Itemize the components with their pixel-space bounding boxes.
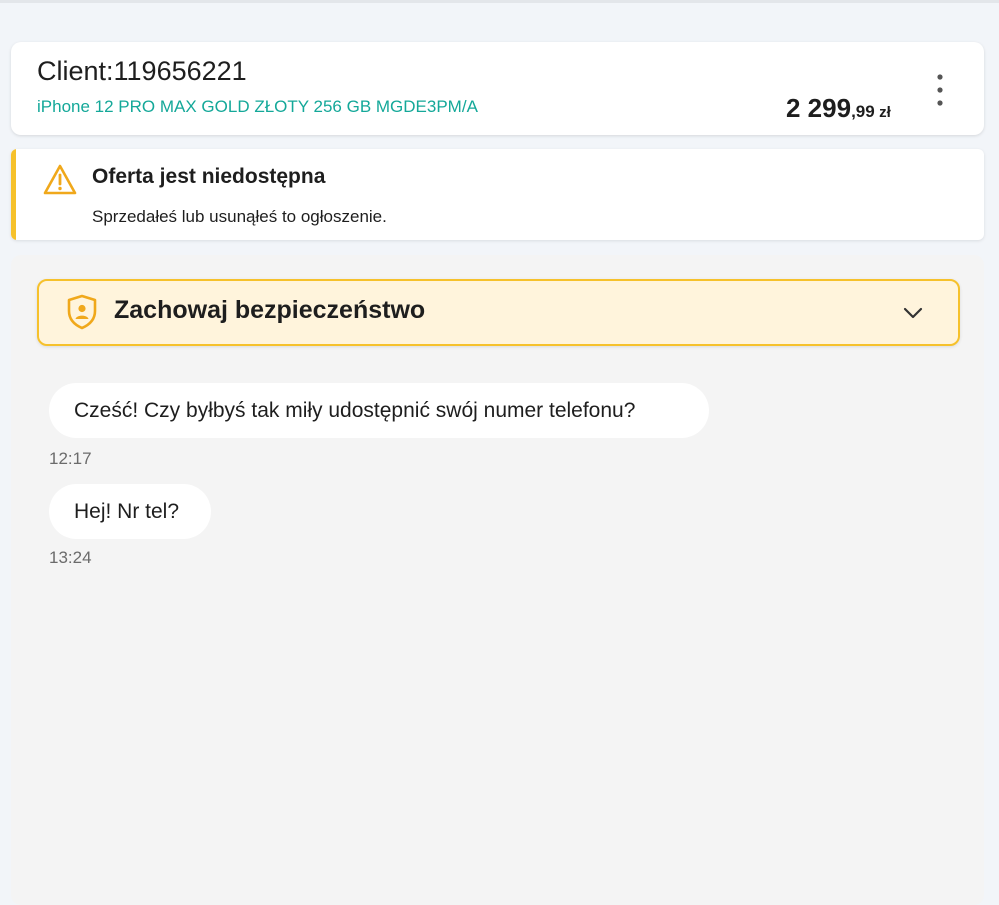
price-main: 2 299 — [786, 93, 852, 123]
message-bubble: Hej! Nr tel? — [49, 484, 211, 539]
price-currency: zł — [879, 104, 891, 121]
message-text: Cześć! Czy byłbyś tak miły udostępnić sw… — [74, 398, 636, 422]
message-timestamp: 13:24 — [49, 548, 92, 567]
offer-unavailable-alert: Oferta jest niedostępna Sprzedałeś lub u… — [11, 149, 984, 240]
listing-header: Client:119656221 iPhone 12 PRO MAX GOLD … — [11, 42, 984, 135]
client-name: Client:119656221 — [37, 56, 247, 86]
alert-title: Oferta jest niedostępna — [92, 165, 326, 188]
more-vertical-icon — [937, 74, 943, 106]
price-decimal: ,99 — [851, 102, 875, 121]
alert-description: Sprzedałeś lub usunąłeś to ogłoszenie. — [92, 207, 387, 226]
message-bubble: Cześć! Czy byłbyś tak miły udostępnić sw… — [49, 383, 709, 438]
warning-triangle-icon — [43, 164, 77, 195]
more-options-button[interactable] — [928, 70, 952, 110]
price: 2 299,99 zł — [786, 93, 891, 124]
safety-tips-toggle[interactable]: Zachowaj bezpieczeństwo — [37, 279, 960, 346]
message-timestamp: 12:17 — [49, 449, 92, 468]
alert-accent-bar — [11, 149, 16, 240]
shield-user-icon — [67, 294, 97, 330]
product-title-link[interactable]: iPhone 12 PRO MAX GOLD ZŁOTY 256 GB MGDE… — [37, 97, 478, 117]
top-divider — [0, 0, 999, 3]
safety-label: Zachowaj bezpieczeństwo — [114, 296, 426, 324]
message-text: Hej! Nr tel? — [74, 499, 180, 523]
chevron-down-icon — [903, 307, 923, 319]
chat-panel: Zachowaj bezpieczeństwo Cześć! Czy byłby… — [11, 255, 984, 905]
